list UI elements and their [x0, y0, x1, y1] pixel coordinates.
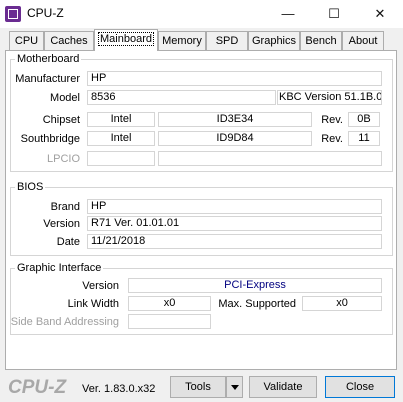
southbridge-id-field: ID9D84 [158, 131, 312, 146]
tab-about[interactable]: About [342, 31, 384, 50]
chipset-label: Chipset [42, 114, 80, 126]
southbridge-rev-field: 11 [348, 131, 380, 146]
chevron-down-icon [231, 385, 239, 390]
model-label: Model [50, 92, 80, 104]
close-button[interactable]: Close [325, 376, 395, 398]
tab-bench[interactable]: Bench [300, 31, 342, 50]
lpcio-id-field [158, 151, 382, 166]
max-supported-field: x0 [302, 296, 382, 311]
bios-date-label: Date [56, 236, 80, 248]
chipset-rev-field: 0B [348, 112, 380, 127]
tab-cpu[interactable]: CPU [9, 31, 44, 50]
tools-button[interactable]: Tools [170, 376, 226, 398]
tab-caches[interactable]: Caches [44, 31, 94, 50]
motherboard-legend: Motherboard [15, 53, 82, 65]
chipset-rev-label: Rev. [321, 114, 343, 126]
tab-mainboard-label: Mainboard [98, 32, 154, 46]
manufacturer-field: HP [87, 71, 382, 86]
cpuz-logo: CPU-Z [8, 377, 67, 398]
maximize-button[interactable]: ☐ [311, 0, 357, 28]
version-label: Ver. 1.83.0.x32 [82, 383, 156, 395]
tab-mainboard[interactable]: Mainboard [94, 29, 158, 51]
tab-memory[interactable]: Memory [158, 31, 206, 50]
close-window-button[interactable]: ✕ [357, 0, 403, 28]
southbridge-label: Southbridge [20, 133, 80, 145]
validate-button[interactable]: Validate [249, 376, 317, 398]
tab-graphics[interactable]: Graphics [248, 31, 300, 50]
bios-brand-field: HP [87, 199, 382, 214]
side-band-addressing-label: Side Band Addressing [10, 316, 119, 328]
gi-version-label: Version [82, 280, 119, 292]
max-supported-label: Max. Supported [218, 298, 296, 310]
graphic-interface-legend: Graphic Interface [15, 262, 104, 274]
lpcio-vendor-field [87, 151, 155, 166]
chipset-id-field: ID3E34 [158, 112, 312, 127]
cpuz-app-icon [5, 6, 21, 22]
tab-spd[interactable]: SPD [206, 31, 248, 50]
gi-version-field: PCI-Express [128, 278, 382, 293]
bios-date-field: 11/21/2018 [87, 234, 382, 249]
manufacturer-label: Manufacturer [15, 73, 80, 85]
side-band-addressing-field [128, 314, 211, 329]
southbridge-vendor-field: Intel [87, 131, 155, 146]
tools-dropdown-button[interactable] [226, 376, 243, 398]
bios-version-field: R71 Ver. 01.01.01 [87, 216, 382, 231]
link-width-field: x0 [128, 296, 211, 311]
minimize-button[interactable]: — [265, 0, 311, 28]
window-title: CPU-Z [27, 6, 64, 20]
chipset-vendor-field: Intel [87, 112, 155, 127]
title-bar: CPU-Z — ☐ ✕ [0, 0, 403, 28]
bios-brand-label: Brand [50, 201, 80, 213]
bios-version-label: Version [43, 218, 80, 230]
model-field: 8536 [87, 90, 276, 105]
southbridge-rev-label: Rev. [321, 133, 343, 145]
lpcio-label: LPCIO [46, 153, 80, 165]
bios-legend: BIOS [15, 181, 46, 193]
link-width-label: Link Width [67, 298, 119, 310]
model-kbc-version-field: KBC Version 51.1B.00 [277, 90, 382, 105]
